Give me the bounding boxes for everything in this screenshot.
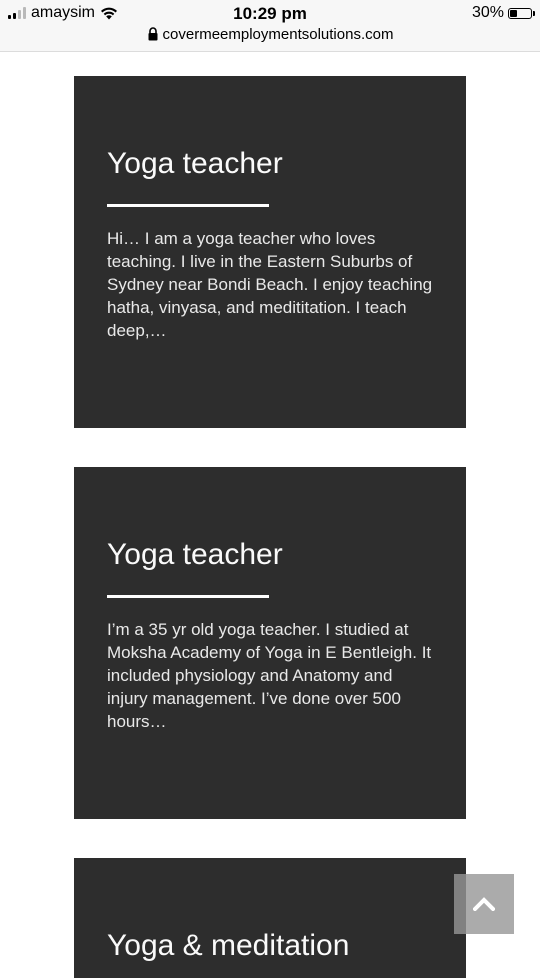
battery-icon [508,7,535,19]
url-text: covermeemploymentsolutions.com [162,26,394,43]
battery-fill [510,9,517,17]
battery-group: 30% [471,4,535,22]
chevron-up-icon [473,897,495,911]
card-excerpt: I’m a 35 yr old yoga teacher. I studied … [107,620,432,731]
card-title[interactable]: Yoga & meditation [107,928,433,964]
ios-status-bar: amaysim 10:29 pm 30% covermeemploymentso… [0,0,540,52]
battery-percentage: 30% [471,4,504,21]
lock-icon [148,27,158,41]
back-to-top-button[interactable] [454,874,514,934]
title-underline [107,595,269,598]
card-title[interactable]: Yoga teacher [107,146,433,182]
job-card[interactable]: Yoga teacher Hi… I am a yoga teacher who… [74,76,466,428]
address-bar[interactable]: covermeemploymentsolutions.com [0,26,540,43]
clock: 10:29 pm [233,4,307,23]
title-underline [107,204,269,207]
card-excerpt: Hi… I am a yoga teacher who loves teachi… [107,229,433,340]
job-card[interactable]: Yoga & meditation [74,858,466,978]
card-title[interactable]: Yoga teacher [107,537,433,573]
job-card[interactable]: Yoga teacher I’m a 35 yr old yoga teache… [74,467,466,819]
